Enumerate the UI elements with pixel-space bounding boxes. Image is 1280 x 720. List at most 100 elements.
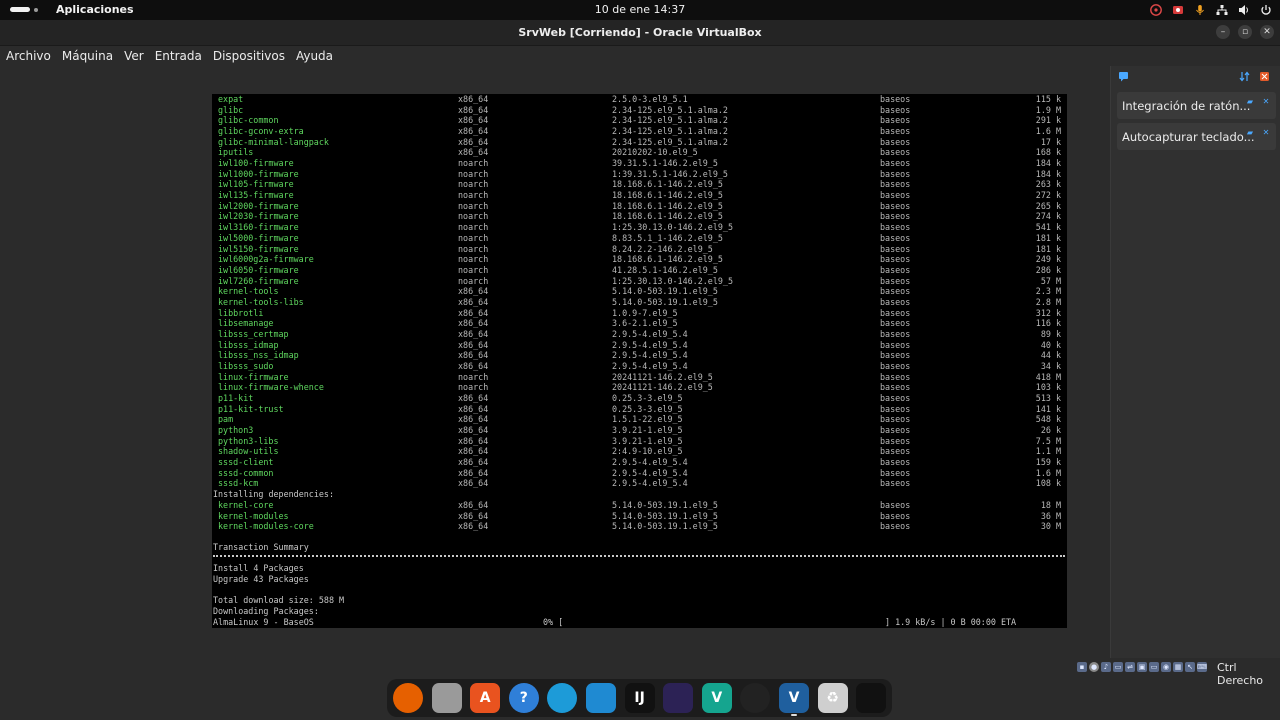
- package-row: p11-kit-trust x86_64 0.25.3-3.el9_5 baseos 1…: [212, 404, 1067, 414]
- restore-button[interactable]: ▫: [1238, 25, 1252, 39]
- notification-center-icon[interactable]: [1118, 71, 1129, 82]
- obs-icon[interactable]: [740, 683, 771, 713]
- close-icon[interactable]: ✕: [1261, 128, 1271, 138]
- power-icon[interactable]: [1259, 4, 1272, 17]
- package-name: python3-libs: [218, 435, 279, 446]
- close-icon[interactable]: ✕: [1261, 97, 1271, 107]
- obs-tray-icon[interactable]: [1149, 4, 1162, 17]
- package-arch: x86_64: [458, 318, 489, 329]
- package-name: kernel-modules-core: [218, 521, 314, 532]
- mouse-integration-icon[interactable]: ↖: [1185, 662, 1195, 672]
- keyboard-capture-icon[interactable]: ⌨: [1197, 662, 1207, 672]
- shared-folders-icon[interactable]: ▣: [1137, 662, 1147, 672]
- optical-drive-icon[interactable]: ●: [1089, 662, 1099, 672]
- display-icon[interactable]: ▭: [1149, 662, 1159, 672]
- package-name: libsss_sudo: [218, 361, 274, 371]
- package-arch: x86_64: [458, 339, 489, 350]
- package-repo: baseos: [880, 264, 911, 275]
- package-row: glibc-gconv-extra x86_64 2.34-125.el9_5.1.…: [212, 126, 1067, 136]
- vm-display[interactable]: expat x86_64 2.5.0-3.el9_5.1 baseos 115 k gli…: [212, 94, 1067, 628]
- package-name: iwl2000-firmware: [218, 200, 299, 211]
- package-name: iwl100-firmware: [218, 158, 294, 169]
- volume-icon[interactable]: [1237, 4, 1250, 17]
- package-arch: x86_64: [458, 126, 489, 137]
- package-repo: baseos: [880, 94, 911, 104]
- clock[interactable]: 10 de ene 14:37: [0, 3, 1280, 16]
- usb-icon[interactable]: ⇌: [1125, 662, 1135, 672]
- package-row: kernel-core x86_64 5.14.0-503.19.1.el9_5 ba…: [212, 500, 1067, 510]
- clear-all-icon[interactable]: [1259, 71, 1270, 82]
- package-arch: x86_64: [458, 115, 489, 126]
- eclipse-icon[interactable]: [663, 683, 694, 713]
- package-arch: noarch: [458, 158, 489, 169]
- hard-disk-icon[interactable]: ▪: [1077, 662, 1087, 672]
- cpu-icon[interactable]: ▦: [1173, 662, 1183, 672]
- package-name: sssd-client: [218, 457, 274, 468]
- window-title: SrvWeb [Corriendo] - Oracle VirtualBox: [518, 26, 762, 39]
- package-row: sssd-kcm x86_64 2.9.5-4.el9_5.4 baseos 108 k: [212, 478, 1067, 488]
- package-repo: baseos: [880, 179, 911, 190]
- package-version: 18.168.6.1-146.2.el9_5: [612, 211, 723, 222]
- package-row: iwl2030-firmware noarch 18.168.6.1-146.2.e…: [212, 211, 1067, 221]
- app-grid-icon[interactable]: [856, 683, 887, 713]
- menu-ayuda[interactable]: Ayuda: [290, 46, 338, 66]
- package-name: glibc-common: [218, 115, 279, 126]
- network-adapter-icon[interactable]: ▭: [1113, 662, 1123, 672]
- package-row: sssd-common x86_64 2.9.5-4.el9_5.4 baseos 1.…: [212, 468, 1067, 478]
- package-repo: baseos: [880, 361, 911, 371]
- package-version: 1:39.31.5.1-146.2.el9_5: [612, 168, 728, 179]
- sort-icon[interactable]: [1239, 71, 1250, 82]
- record-icon[interactable]: [1171, 4, 1184, 17]
- notification-keyboard-capture[interactable]: Autocapturar teclado... ▰ ✕: [1117, 123, 1276, 150]
- notification-mouse-integration[interactable]: Integración de ratón... ▰ ✕: [1117, 92, 1276, 119]
- firefox-icon[interactable]: [393, 683, 423, 713]
- help-icon[interactable]: ?: [508, 683, 539, 713]
- package-row: linux-firmware noarch 20241121-146.2.el9_5…: [212, 372, 1067, 382]
- system-tray[interactable]: [1149, 3, 1272, 17]
- minimize-button[interactable]: –: [1216, 25, 1230, 39]
- message-icon[interactable]: ▰: [1245, 128, 1255, 138]
- edge-icon[interactable]: [547, 683, 578, 713]
- package-name: iwl5150-firmware: [218, 243, 299, 254]
- menu-maquina[interactable]: Máquina: [56, 46, 118, 66]
- menu-archivo[interactable]: Archivo: [0, 46, 56, 66]
- package-size: 1.6 M: [1035, 467, 1061, 478]
- menu-dispositivos[interactable]: Dispositivos: [207, 46, 290, 66]
- menu-ver[interactable]: Ver: [118, 46, 149, 66]
- package-arch: noarch: [458, 190, 489, 201]
- package-arch: x86_64: [458, 286, 489, 297]
- package-name: libsemanage: [218, 318, 274, 329]
- package-version: 41.28.5.1-146.2.el9_5: [612, 264, 718, 275]
- package-name: libbrotli: [218, 307, 264, 318]
- software-center-icon[interactable]: A: [470, 683, 501, 713]
- package-version: 1.5.1-22.el9_5: [612, 414, 683, 425]
- window-titlebar[interactable]: SrvWeb [Corriendo] - Oracle VirtualBox –…: [0, 20, 1280, 46]
- mic-icon[interactable]: [1193, 4, 1206, 17]
- package-name: iwl6050-firmware: [218, 264, 299, 275]
- summary-heading: Transaction Summary: [213, 542, 309, 552]
- package-row: kernel-tools-libs x86_64 5.14.0-503.19.1.e…: [212, 297, 1067, 307]
- package-version: 2.34-125.el9_5.1.alma.2: [612, 104, 728, 115]
- package-arch: x86_64: [458, 328, 489, 339]
- package-row: iwl6050-firmware noarch 41.28.5.1-146.2.el…: [212, 265, 1067, 275]
- package-version: 8.24.2.2-146.2.el9_5: [612, 243, 713, 254]
- virtualbox-icon[interactable]: V: [779, 683, 809, 716]
- package-repo: baseos: [880, 104, 911, 115]
- package-name: python3: [218, 425, 254, 436]
- files-icon[interactable]: [431, 683, 462, 713]
- audio-icon[interactable]: ♪: [1101, 662, 1111, 672]
- package-arch: x86_64: [458, 361, 489, 371]
- veeam-icon[interactable]: V: [701, 683, 732, 713]
- video-capture-icon[interactable]: ◉: [1161, 662, 1171, 672]
- package-size: 30 M: [1040, 521, 1061, 532]
- close-button[interactable]: ✕: [1260, 25, 1274, 39]
- network-icon[interactable]: [1215, 4, 1228, 17]
- intellij-icon[interactable]: IJ: [624, 683, 655, 713]
- trash-icon[interactable]: ♻: [817, 683, 848, 713]
- menu-entrada[interactable]: Entrada: [149, 46, 207, 66]
- package-size: 34 k: [1040, 361, 1061, 371]
- message-icon[interactable]: ▰: [1245, 97, 1255, 107]
- package-arch: noarch: [458, 179, 489, 190]
- package-version: 2.9.5-4.el9_5.4: [612, 457, 688, 468]
- vscode-icon[interactable]: [586, 683, 616, 713]
